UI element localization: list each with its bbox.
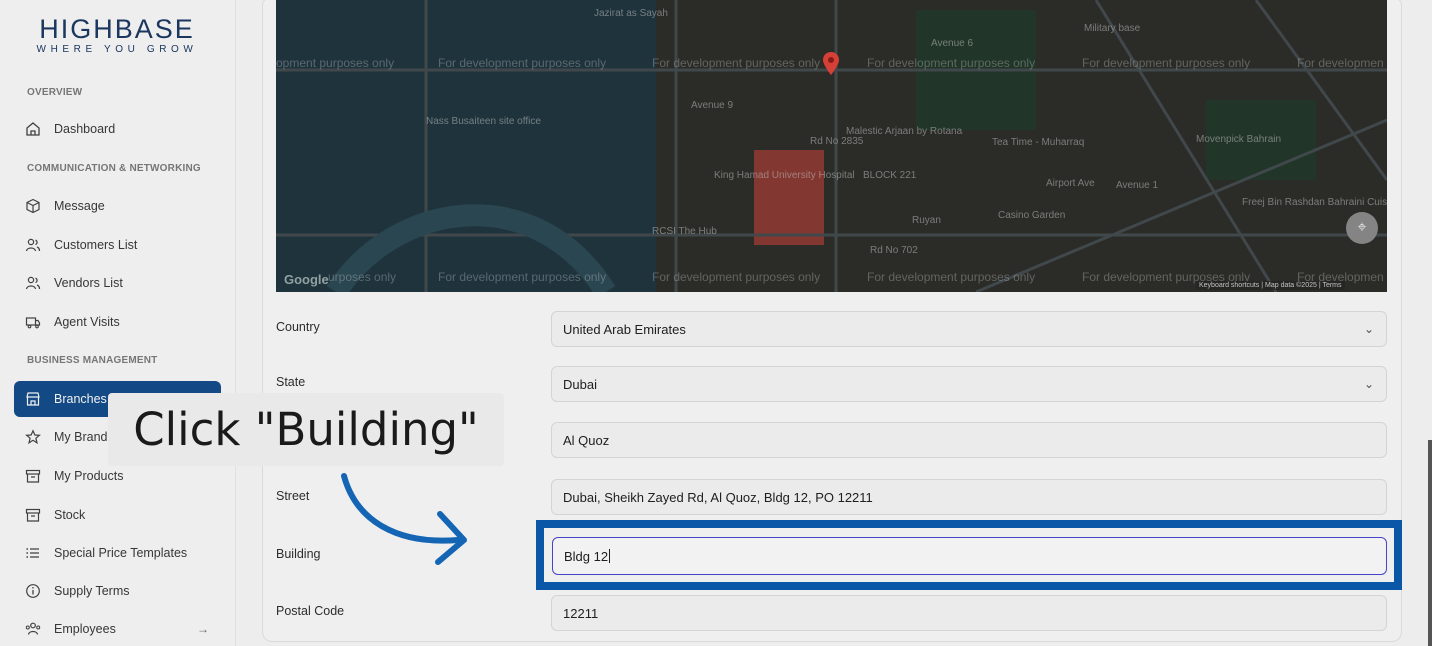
sidebar: HIGHBASE WHERE YOU GROW OVERVIEW Dashboa…	[0, 0, 236, 646]
sidebar-item-stock[interactable]: Stock	[14, 497, 221, 533]
sidebar-item-label: My Products	[54, 469, 124, 483]
country-value: United Arab Emirates	[563, 321, 686, 337]
map-watermark: For development purposes only	[1082, 56, 1251, 70]
brand-tagline: WHERE YOU GROW	[36, 44, 198, 55]
map-poi: RCSI The Hub	[652, 226, 717, 237]
map-poi: Casino Garden	[998, 210, 1066, 221]
home-icon	[24, 120, 42, 138]
tutorial-arrow-icon	[341, 473, 467, 565]
location-pin-icon[interactable]	[822, 52, 840, 76]
postal-value: 12211	[563, 605, 599, 621]
state-select[interactable]: Dubai ⌄	[551, 366, 1387, 402]
chevron-down-icon: ⌄	[1363, 377, 1374, 391]
brand-name: HIGHBASE	[39, 14, 195, 44]
postal-code-field[interactable]: 12211	[551, 595, 1387, 631]
sidebar-item-supply-terms[interactable]: Supply Terms	[14, 573, 221, 609]
street-value: Dubai, Sheikh Zayed Rd, Al Quoz, Bldg 12…	[563, 489, 873, 505]
sidebar-item-label: Dashboard	[54, 122, 116, 136]
map-poi: Ruyan	[912, 215, 941, 226]
tutorial-tooltip: Click "Building"	[108, 393, 504, 466]
truck-icon	[24, 313, 42, 331]
users-icon	[24, 274, 42, 292]
tutorial-instruction: Click "Building"	[133, 403, 479, 456]
google-logo: Google	[284, 272, 329, 287]
street-label: Street	[276, 489, 310, 503]
sidebar-item-label: My Brand	[54, 430, 108, 444]
list-icon	[24, 544, 42, 562]
map-poi: Rd No 2835	[810, 136, 864, 147]
chevron-down-icon: ⌄	[1363, 322, 1374, 336]
section-overview: OVERVIEW	[27, 87, 83, 98]
archive-icon	[24, 506, 42, 524]
map-watermark: For development purposes only	[438, 56, 607, 70]
map-poi: BLOCK 221	[863, 170, 917, 181]
store-icon	[24, 390, 42, 408]
brand-logo[interactable]: HIGHBASE WHERE YOU GROW	[36, 14, 198, 56]
map-poi: Movenpick Bahrain	[1196, 134, 1282, 145]
info-icon	[24, 582, 42, 600]
sidebar-item-employees[interactable]: Employees →	[14, 611, 221, 646]
country-select[interactable]: United Arab Emirates ⌄	[551, 311, 1387, 347]
users-icon	[24, 236, 42, 254]
map-watermark: For development purposes only	[438, 270, 607, 284]
map-watermark: For development purposes only	[867, 56, 1036, 70]
sidebar-item-label: Stock	[54, 508, 86, 522]
scrollbar-thumb[interactable]	[1428, 440, 1432, 646]
sidebar-item-special-price[interactable]: Special Price Templates	[14, 535, 221, 571]
sidebar-item-dashboard[interactable]: Dashboard	[14, 111, 221, 147]
map-watermark: For development purposes only	[652, 270, 821, 284]
map-watermark: For development purposes only	[867, 270, 1036, 284]
map-attribution[interactable]: Keyboard shortcuts | Map data ©2025 | Te…	[1196, 281, 1345, 290]
sidebar-item-label: Employees	[54, 622, 116, 636]
map-watermark: For development purposes only	[652, 56, 821, 70]
archive-icon	[24, 467, 42, 485]
box-icon	[24, 197, 42, 215]
map-poi: Airport Ave	[1046, 178, 1095, 189]
sidebar-item-label: Message	[54, 199, 105, 213]
map-poi: Avenue 1	[1116, 180, 1159, 191]
area-value: Al Quoz	[563, 432, 610, 448]
map-poi: Avenue 6	[931, 38, 974, 49]
sidebar-item-label: Vendors List	[54, 276, 123, 290]
map-poi: Rd No 702	[870, 245, 918, 256]
sidebar-item-vendors[interactable]: Vendors List	[14, 265, 221, 301]
sidebar-item-label: Supply Terms	[54, 584, 130, 598]
postal-label: Postal Code	[276, 604, 345, 618]
sidebar-item-agent-visits[interactable]: Agent Visits	[14, 304, 221, 340]
recenter-icon[interactable]: ⌖	[1346, 212, 1378, 244]
map-poi: Tea Time - Muharraq	[992, 137, 1085, 148]
building-label: Building	[276, 547, 321, 561]
map-poi: Malestic Arjaan by Rotana	[846, 126, 963, 137]
map-watermark: For developmen	[1297, 56, 1384, 70]
arrow-right-icon: →	[197, 622, 209, 636]
sidebar-item-label: Agent Visits	[54, 315, 120, 329]
map-poi: Nass Busaiteen site office	[426, 116, 541, 127]
section-business: BUSINESS MANAGEMENT	[27, 355, 158, 366]
sidebar-item-label: Customers List	[54, 238, 138, 252]
section-communication: COMMUNICATION & NETWORKING	[27, 163, 201, 174]
state-label: State	[276, 375, 306, 389]
map-poi: Jazirat as Sayah	[594, 8, 668, 19]
map-watermark: opment purposes only	[276, 56, 395, 70]
map-poi: Military base	[1084, 23, 1141, 34]
street-field[interactable]: Dubai, Sheikh Zayed Rd, Al Quoz, Bldg 12…	[551, 479, 1387, 515]
state-value: Dubai	[563, 376, 597, 392]
sidebar-item-customers[interactable]: Customers List	[14, 227, 221, 263]
tutorial-highlight	[536, 520, 1402, 590]
area-field[interactable]: Al Quoz	[551, 422, 1387, 458]
people-icon	[24, 620, 42, 638]
map-poi: King Hamad University Hospital	[714, 170, 855, 181]
star-icon	[24, 428, 42, 446]
map-poi: Freej Bin Rashdan Bahraini Cuisine	[1242, 197, 1387, 208]
map-watermark: urposes only	[328, 270, 397, 284]
map-poi: Avenue 9	[691, 100, 734, 111]
sidebar-item-message[interactable]: Message	[14, 188, 221, 224]
map[interactable]: opment purposes only For development pur…	[276, 0, 1387, 292]
sidebar-item-label: Branches	[54, 392, 107, 406]
sidebar-item-label: Special Price Templates	[54, 546, 188, 560]
country-label: Country	[276, 320, 320, 334]
